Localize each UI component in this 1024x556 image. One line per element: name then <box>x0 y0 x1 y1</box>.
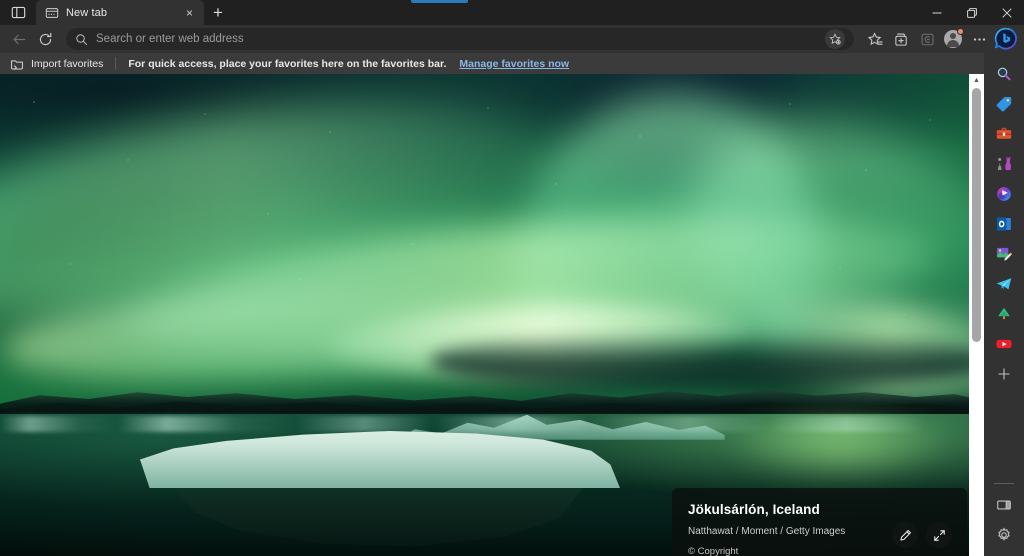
refresh-icon <box>39 32 51 45</box>
sidebar-toggle-button[interactable] <box>989 490 1019 520</box>
copilot-bing-icon <box>994 27 1017 50</box>
edge-browser-window: New tab × + Search or enter web address … <box>0 0 1024 556</box>
profile-button[interactable] <box>940 27 966 51</box>
tab-strip: New tab × + <box>0 0 1024 25</box>
minimize-button[interactable] <box>919 0 954 25</box>
arrow-left-icon <box>12 34 25 44</box>
refresh-button[interactable] <box>32 27 58 51</box>
youtube-icon <box>996 339 1012 349</box>
restore-icon <box>966 7 977 18</box>
sidebar-item-drop[interactable] <box>989 299 1019 329</box>
search-icon <box>75 33 88 46</box>
collections-button[interactable] <box>888 27 914 51</box>
tab-title: New tab <box>66 6 108 19</box>
page-scrollbar[interactable]: ▲ <box>969 74 984 556</box>
new-tab-page-icon <box>45 6 59 20</box>
favorites-button[interactable] <box>862 27 888 51</box>
manage-favorites-link[interactable]: Manage favorites now <box>459 58 569 70</box>
search-input[interactable] <box>96 33 817 45</box>
sidebar-item-youtube[interactable] <box>989 329 1019 359</box>
fullscreen-button[interactable] <box>926 522 952 548</box>
scroll-up-button[interactable]: ▲ <box>969 74 984 87</box>
dropbox-icon <box>998 307 1010 320</box>
settings-and-more-button[interactable] <box>966 27 992 51</box>
new-tab-page-content: Jökulsárlón, Iceland Natthawat / Moment … <box>0 74 984 556</box>
sidebar-bottom-group <box>989 477 1019 556</box>
telegram-icon <box>996 278 1012 290</box>
sidebar-item-customize[interactable] <box>989 359 1019 389</box>
sidebar-item-games[interactable] <box>989 149 1019 179</box>
copilot-button[interactable] <box>994 27 1018 51</box>
add-favorite-button[interactable] <box>825 29 845 49</box>
tab-actions-icon <box>11 6 25 19</box>
page-floating-actions <box>892 522 952 548</box>
favorites-bar: Import favorites For quick access, place… <box>0 53 1024 74</box>
window-snap-indicator <box>411 0 468 3</box>
page-title: Jökulsárlón, Iceland <box>688 502 820 517</box>
star-plus-icon <box>829 33 841 45</box>
outlook-icon <box>996 217 1011 231</box>
background-photo <box>0 74 984 556</box>
close-button[interactable] <box>989 0 1024 25</box>
cloud-band <box>430 332 984 390</box>
image-creator-icon <box>996 247 1013 261</box>
ellipsis-icon <box>973 37 985 41</box>
sidebar-item-telegram[interactable] <box>989 269 1019 299</box>
maximize-button[interactable] <box>954 0 989 25</box>
minimize-icon <box>932 12 941 13</box>
tab-new-tab[interactable]: New tab × <box>36 0 204 25</box>
sidebar-item-shopping[interactable] <box>989 89 1019 119</box>
shopping-tag-icon <box>996 96 1012 112</box>
divider <box>115 57 117 70</box>
favorites-star-icon <box>867 31 883 45</box>
sidebar-item-image-creator[interactable] <box>989 239 1019 269</box>
avatar <box>944 28 964 48</box>
customize-page-icon <box>899 529 911 541</box>
sidebar-item-tools[interactable] <box>989 119 1019 149</box>
notification-dot <box>957 28 964 35</box>
sidebar-toggle-icon <box>997 500 1011 510</box>
sidebar-settings-button[interactable] <box>989 520 1019 550</box>
import-favorites-button[interactable]: Import favorites <box>31 58 103 70</box>
tab-actions-menu-button[interactable] <box>0 0 36 25</box>
fullscreen-icon <box>933 529 945 541</box>
close-icon[interactable]: × <box>181 4 198 21</box>
import-favorites-icon <box>10 57 24 71</box>
sidebar-item-search[interactable] <box>989 59 1019 89</box>
edge-sidebar <box>984 53 1024 556</box>
browser-essentials-icon <box>921 33 933 45</box>
sidebar-item-microsoft-365[interactable] <box>989 179 1019 209</box>
search-icon <box>997 67 1011 81</box>
customize-page-button[interactable] <box>892 522 918 548</box>
address-bar[interactable] <box>66 28 854 50</box>
back-button[interactable] <box>6 27 32 51</box>
browser-essentials-button[interactable] <box>914 27 940 51</box>
window-controls <box>919 0 1024 25</box>
divider <box>994 483 1014 484</box>
scrollbar-thumb[interactable] <box>972 88 981 342</box>
add-app-icon <box>998 368 1010 380</box>
games-icon <box>997 157 1012 171</box>
collections-icon <box>894 33 907 46</box>
microsoft-365-icon <box>997 187 1011 201</box>
tools-icon <box>996 127 1012 139</box>
favorites-hint-text: For quick access, place your favorites h… <box>128 57 447 70</box>
browser-toolbar <box>0 25 1024 53</box>
close-icon <box>1001 7 1012 18</box>
sidebar-item-outlook[interactable] <box>989 209 1019 239</box>
gear-icon <box>998 527 1010 541</box>
new-tab-button[interactable]: + <box>204 0 232 25</box>
